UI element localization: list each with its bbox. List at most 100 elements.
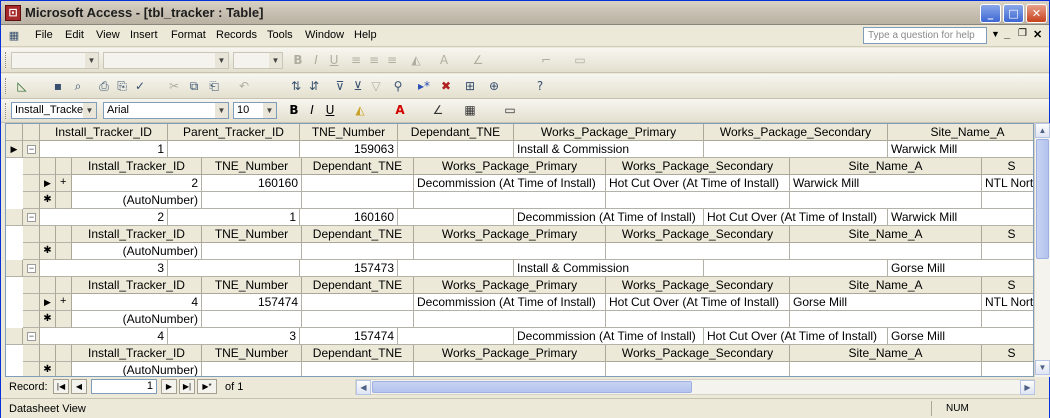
- sub-column-header[interactable]: Dependant_TNE: [302, 277, 414, 294]
- gridlines-icon[interactable]: ▦: [461, 101, 479, 119]
- line-color-icon[interactable]: ∠: [469, 51, 487, 69]
- sub-table-cell[interactable]: NTL Nort: [982, 294, 1033, 311]
- sub-table-cell[interactable]: [414, 311, 606, 328]
- close-button[interactable]: ✕: [1026, 4, 1047, 23]
- table-cell[interactable]: [168, 141, 300, 158]
- sub-table-cell[interactable]: [202, 362, 302, 376]
- maximize-button[interactable]: □: [1003, 4, 1024, 23]
- font-color-icon[interactable]: A: [391, 101, 409, 119]
- table-cell[interactable]: Install & Commission: [514, 141, 704, 158]
- border-style-icon[interactable]: ⌐: [537, 51, 555, 69]
- record-selector[interactable]: [6, 328, 23, 345]
- table-cell[interactable]: [168, 260, 300, 277]
- column-header[interactable]: Site_Name_A: [888, 124, 1033, 141]
- autonumber-placeholder[interactable]: (AutoNumber): [72, 192, 202, 209]
- font-combo-disabled[interactable]: ▼: [103, 52, 229, 69]
- sub-table-cell[interactable]: [202, 243, 302, 260]
- select-all-corner[interactable]: [6, 124, 23, 141]
- new-record-selector[interactable]: ✱: [40, 311, 56, 328]
- sub-table-cell[interactable]: [606, 362, 790, 376]
- sub-table-cell[interactable]: 4: [72, 294, 202, 311]
- sub-select-corner[interactable]: [40, 226, 56, 243]
- table-cell[interactable]: Hot Cut Over (At Time of Install): [704, 328, 888, 345]
- sub-table-cell[interactable]: [790, 243, 982, 260]
- sub-column-header[interactable]: TNE_Number: [202, 226, 302, 243]
- sub-table-cell[interactable]: [302, 362, 414, 376]
- sub-column-header[interactable]: Works_Package_Secondary: [606, 277, 790, 294]
- table-cell[interactable]: Install & Commission: [514, 260, 704, 277]
- record-selector[interactable]: [6, 260, 23, 277]
- sub-table-cell[interactable]: 160160: [202, 175, 302, 192]
- sub-table-cell[interactable]: [790, 192, 982, 209]
- new-record-selector[interactable]: ✱: [40, 243, 56, 260]
- autonumber-placeholder[interactable]: (AutoNumber): [72, 243, 202, 260]
- sub-table-cell[interactable]: [790, 362, 982, 376]
- align-left-icon[interactable]: ≡: [347, 51, 365, 69]
- horizontal-scrollbar[interactable]: ◀ ▶: [355, 379, 1035, 395]
- table-cell[interactable]: [398, 260, 514, 277]
- vertical-scrollbar[interactable]: ▲ ▼: [1034, 123, 1050, 377]
- new-record-button[interactable]: ▶*: [197, 379, 217, 394]
- table-cell[interactable]: 3: [40, 260, 168, 277]
- doc-restore-button[interactable]: ❐: [1018, 28, 1027, 39]
- sub-table-cell[interactable]: [414, 362, 606, 376]
- font-color-icon[interactable]: A: [435, 51, 453, 69]
- sub-table-cell[interactable]: [982, 192, 1033, 209]
- column-header[interactable]: Dependant_TNE: [398, 124, 514, 141]
- help-icon[interactable]: ?: [531, 77, 549, 95]
- sub-table-cell[interactable]: Hot Cut Over (At Time of Install): [606, 175, 790, 192]
- sub-table-cell[interactable]: [982, 311, 1033, 328]
- database-window-icon[interactable]: ⊞: [461, 77, 479, 95]
- table-icon[interactable]: ▦: [7, 27, 21, 43]
- menu-insert[interactable]: Insert: [130, 29, 158, 41]
- datasheet-grid[interactable]: Install_Tracker_ID Parent_Tracker_ID TNE_N…: [5, 123, 1034, 377]
- table-cell[interactable]: Gorse Mill: [888, 328, 1033, 345]
- view-icon[interactable]: ◺: [13, 77, 31, 95]
- align-right-icon[interactable]: ≡: [383, 51, 401, 69]
- bold-icon[interactable]: B: [289, 51, 307, 69]
- sub-column-header[interactable]: Install_Tracker_ID: [72, 277, 202, 294]
- table-cell[interactable]: [398, 209, 514, 226]
- copy-icon[interactable]: ⧉: [185, 77, 203, 95]
- sub-table-cell[interactable]: [790, 311, 982, 328]
- expand-icon[interactable]: +: [60, 176, 66, 188]
- table-cell[interactable]: 3: [168, 328, 300, 345]
- sub-select-corner[interactable]: [40, 277, 56, 294]
- table-cell[interactable]: Hot Cut Over (At Time of Install): [704, 209, 888, 226]
- last-record-button[interactable]: ▶|: [179, 379, 195, 394]
- table-cell[interactable]: 157473: [300, 260, 398, 277]
- sub-column-header[interactable]: Dependant_TNE: [302, 226, 414, 243]
- collapse-icon[interactable]: −: [27, 213, 36, 222]
- sub-column-header[interactable]: Works_Package_Secondary: [606, 158, 790, 175]
- sub-column-header[interactable]: Site_Name_A: [790, 345, 982, 362]
- previous-record-button[interactable]: ◀: [71, 379, 87, 394]
- sub-column-header[interactable]: Dependant_TNE: [302, 345, 414, 362]
- font-combo[interactable]: Arial ▼: [103, 102, 229, 119]
- sub-column-header[interactable]: S: [982, 345, 1033, 362]
- paste-icon[interactable]: ⎗: [205, 77, 223, 95]
- sub-column-header[interactable]: Install_Tracker_ID: [72, 158, 202, 175]
- sub-table-cell[interactable]: 157474: [202, 294, 302, 311]
- filter-by-form-icon[interactable]: ⊻: [349, 77, 367, 95]
- menu-format[interactable]: Format: [171, 29, 206, 41]
- menu-help[interactable]: Help: [354, 29, 377, 41]
- column-header[interactable]: TNE_Number: [300, 124, 398, 141]
- table-cell[interactable]: 2: [40, 209, 168, 226]
- underline-icon[interactable]: U: [325, 51, 343, 69]
- sub-table-cell[interactable]: [606, 311, 790, 328]
- record-selector[interactable]: [6, 209, 23, 226]
- sub-column-header[interactable]: Works_Package_Primary: [414, 158, 606, 175]
- sub-table-cell[interactable]: [982, 243, 1033, 260]
- table-cell[interactable]: 157474: [300, 328, 398, 345]
- scroll-right-icon[interactable]: ▶: [1020, 380, 1035, 395]
- sort-descending-icon[interactable]: ⇵: [305, 77, 323, 95]
- sub-column-header[interactable]: Site_Name_A: [790, 277, 982, 294]
- table-cell[interactable]: 1: [40, 141, 168, 158]
- print-preview-icon[interactable]: ⎘: [113, 77, 131, 95]
- sub-column-header[interactable]: S: [982, 226, 1033, 243]
- sub-table-cell[interactable]: [414, 243, 606, 260]
- sub-column-header[interactable]: Works_Package_Secondary: [606, 345, 790, 362]
- file-search-icon[interactable]: ⌕: [69, 77, 87, 95]
- table-cell[interactable]: 159063: [300, 141, 398, 158]
- collapse-icon[interactable]: −: [27, 332, 36, 341]
